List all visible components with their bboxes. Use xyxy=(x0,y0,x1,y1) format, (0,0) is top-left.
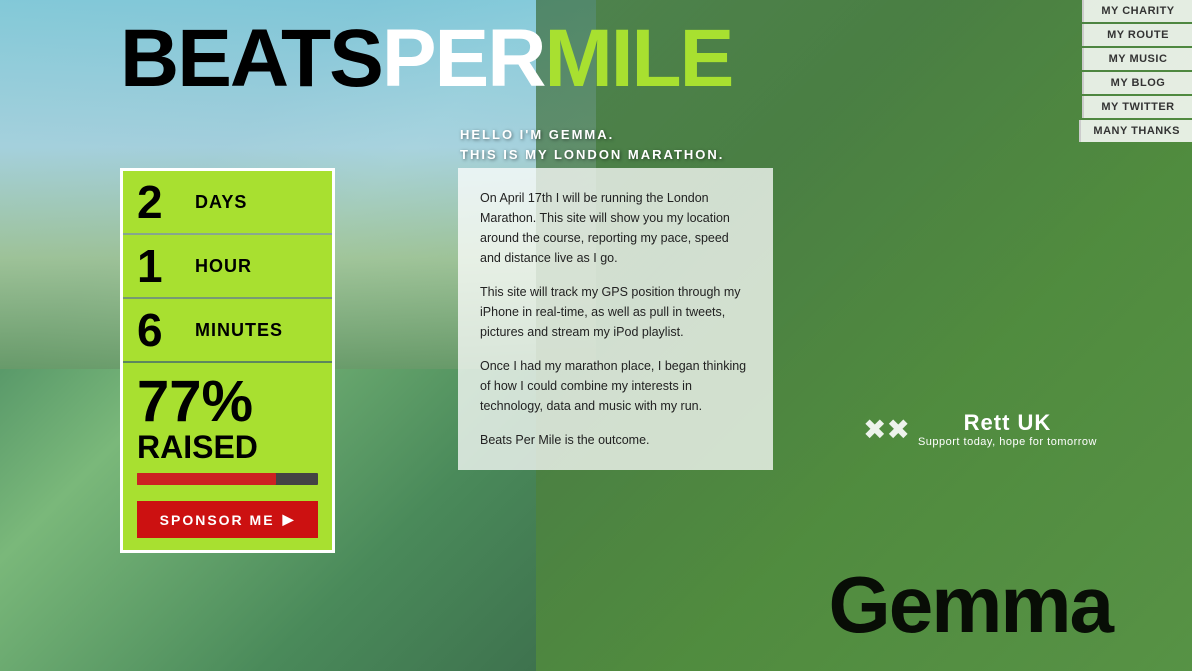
days-row: 2 DAYS xyxy=(123,171,332,233)
progress-bar-background xyxy=(137,473,318,485)
sponsor-button-wrapper: SPONSOR ME ▶ xyxy=(123,493,332,550)
raised-label: RAISED xyxy=(137,431,318,463)
charity-name: Rett UK xyxy=(918,410,1097,436)
raised-percent: 77% xyxy=(137,369,253,434)
info-box: On April 17th I will be running the Lond… xyxy=(458,168,773,470)
info-paragraph-2: This site will track my GPS position thr… xyxy=(480,282,751,342)
sponsor-button-label: SPONSOR ME xyxy=(160,512,275,528)
logo-mile: MILE xyxy=(544,13,732,104)
nav-item-music[interactable]: MY MUSIC xyxy=(1082,48,1192,70)
logo-beats: BEATS xyxy=(120,13,382,104)
hours-row: 1 HOUR xyxy=(123,235,332,297)
tagline-line2: THIS IS MY LONDON MARATHON. xyxy=(460,145,724,165)
minutes-value: 6 xyxy=(137,307,187,353)
days-label: DAYS xyxy=(195,192,247,213)
charity-tagline: Support today, hope for tomorrow xyxy=(918,436,1097,448)
countdown-card: 2 DAYS 1 HOUR 6 MINUTES 77% RAISED SPONS… xyxy=(120,168,335,553)
days-value: 2 xyxy=(137,179,187,225)
info-paragraph-4: Beats Per Mile is the outcome. xyxy=(480,430,751,450)
minutes-row: 6 MINUTES xyxy=(123,299,332,361)
runner-name: Gemma xyxy=(829,559,1112,651)
tagline-line1: HELLO I'M GEMMA. xyxy=(460,125,724,145)
progress-bar-fill xyxy=(137,473,276,485)
raised-section: 77% RAISED xyxy=(123,363,332,469)
site-logo: BEATSPERMILE xyxy=(120,18,732,100)
minutes-label: MINUTES xyxy=(195,320,283,341)
progress-bar-container xyxy=(123,469,332,493)
hours-value: 1 xyxy=(137,243,187,289)
navigation: MY CHARITY MY ROUTE MY MUSIC MY BLOG MY … xyxy=(1079,0,1192,144)
nav-item-charity[interactable]: MY CHARITY xyxy=(1082,0,1192,22)
nav-item-thanks[interactable]: MANY THANKS xyxy=(1079,120,1192,142)
tagline: HELLO I'M GEMMA. THIS IS MY LONDON MARAT… xyxy=(460,125,724,164)
arrow-right-icon: ▶ xyxy=(283,511,296,528)
info-paragraph-3: Once I had my marathon place, I began th… xyxy=(480,356,751,416)
nav-item-blog[interactable]: MY BLOG xyxy=(1082,72,1192,94)
nav-item-twitter[interactable]: MY TWITTER xyxy=(1082,96,1192,118)
charity-badge: ✖✖ Rett UK Support today, hope for tomor… xyxy=(863,410,1097,448)
nav-item-route[interactable]: MY ROUTE xyxy=(1082,24,1192,46)
rett-uk-icon: ✖✖ xyxy=(863,413,910,446)
hours-label: HOUR xyxy=(195,256,252,277)
sponsor-button[interactable]: SPONSOR ME ▶ xyxy=(137,501,318,538)
info-paragraph-1: On April 17th I will be running the Lond… xyxy=(480,188,751,268)
logo-per: PER xyxy=(382,13,545,104)
